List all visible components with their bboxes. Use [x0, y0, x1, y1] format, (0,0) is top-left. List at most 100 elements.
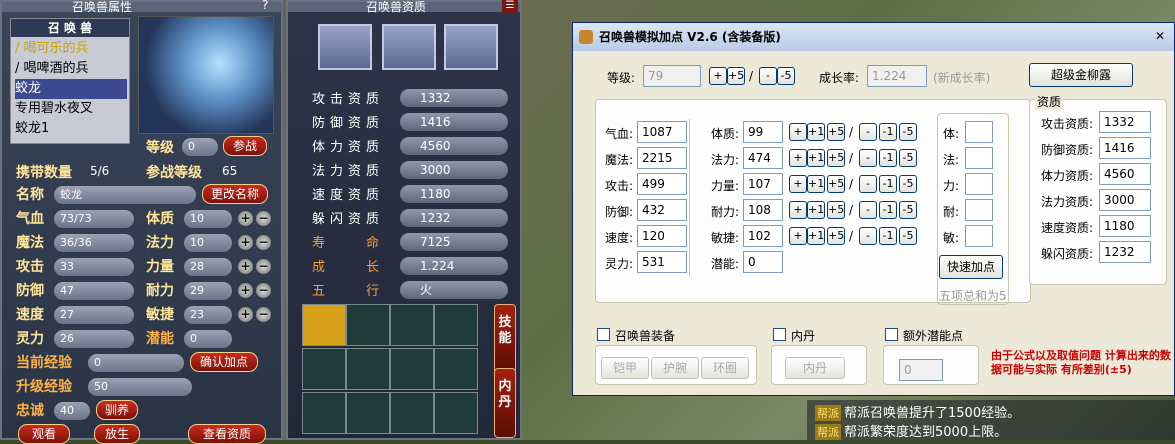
inner-core-button[interactable]: 内丹 [785, 357, 845, 379]
aptitude-field[interactable]: 1332 [1099, 111, 1151, 133]
level-plus-button[interactable]: + [709, 67, 727, 85]
growth-field[interactable]: 1.224 [867, 65, 927, 87]
attr-field[interactable]: 432 [637, 199, 687, 221]
grid-cell[interactable] [302, 392, 346, 434]
minus5-button[interactable]: -5 [899, 149, 917, 167]
minus-button[interactable]: - [859, 227, 877, 245]
owl-item-icon[interactable] [302, 304, 346, 346]
confirm-points-button[interactable]: 确认加点 [190, 352, 258, 372]
base-field[interactable]: 474 [743, 147, 783, 169]
menu-icon[interactable]: ☰ [502, 0, 518, 14]
end-plus-button[interactable]: + [238, 283, 253, 298]
minus-button[interactable]: - [859, 175, 877, 193]
minus1-button[interactable]: -1 [879, 175, 897, 193]
guild-tag[interactable]: 帮派 [815, 405, 841, 421]
help-icon[interactable]: ? [262, 0, 268, 12]
minus5-button[interactable]: -5 [899, 227, 917, 245]
grid-cell[interactable] [390, 348, 434, 390]
alloc-field[interactable] [965, 147, 993, 169]
plus5-button[interactable]: +5 [827, 201, 845, 219]
view-button[interactable]: 观看 [18, 424, 70, 444]
base-field[interactable]: 99 [743, 121, 783, 143]
rename-button[interactable]: 更改名称 [202, 184, 268, 204]
minus-button[interactable]: - [859, 201, 877, 219]
plus5-button[interactable]: +5 [827, 149, 845, 167]
aptitude-field[interactable]: 3000 [1099, 189, 1151, 211]
close-icon[interactable]: ✕ [1151, 29, 1169, 45]
grid-cell[interactable] [390, 392, 434, 434]
str-plus-button[interactable]: + [238, 259, 253, 274]
str-minus-button[interactable]: − [256, 259, 271, 274]
attr-field[interactable]: 120 [637, 225, 687, 247]
minus1-button[interactable]: -1 [879, 149, 897, 167]
base-field[interactable]: 108 [743, 199, 783, 221]
guild-tag[interactable]: 帮派 [815, 424, 841, 440]
con-minus-button[interactable]: − [256, 211, 271, 226]
extra-points-checkbox[interactable] [885, 328, 898, 341]
base-field[interactable]: 102 [743, 225, 783, 247]
fight-button[interactable]: 参战 [223, 136, 267, 156]
plus1-button[interactable]: +1 [807, 149, 825, 167]
alloc-field[interactable] [965, 173, 993, 195]
level-plus5-button[interactable]: +5 [727, 67, 745, 85]
base-field[interactable]: 0 [743, 251, 783, 273]
level-minus-button[interactable]: - [759, 67, 777, 85]
inner-core-checkbox[interactable] [773, 328, 786, 341]
grid-cell[interactable] [346, 348, 390, 390]
name-field[interactable]: 蛟龙 [54, 186, 196, 204]
release-button[interactable]: 放生 [94, 424, 140, 444]
aptitude-field[interactable]: 1180 [1099, 215, 1151, 237]
alloc-field[interactable] [965, 121, 993, 143]
super-elixir-button[interactable]: 超级金柳露 [1029, 63, 1133, 87]
level-spinbox[interactable]: 79 [643, 65, 701, 87]
ring-button[interactable]: 环圈 [701, 357, 749, 379]
plus-button[interactable]: + [789, 149, 807, 167]
mag-plus-button[interactable]: + [238, 235, 253, 250]
extra-points-field[interactable]: 0 [899, 359, 943, 381]
helmet-slot[interactable] [318, 24, 372, 70]
minus5-button[interactable]: -5 [899, 175, 917, 193]
end-minus-button[interactable]: − [256, 283, 271, 298]
check-aptitude-button[interactable]: 查看资质 [188, 424, 266, 444]
aptitude-field[interactable]: 1416 [1099, 137, 1151, 159]
aptitude-field[interactable]: 4560 [1099, 163, 1151, 185]
armor-slot[interactable] [444, 24, 498, 70]
grid-cell[interactable] [346, 392, 390, 434]
equip-checkbox[interactable] [597, 328, 610, 341]
minus1-button[interactable]: -1 [879, 123, 897, 141]
attr-field[interactable]: 499 [637, 173, 687, 195]
plus1-button[interactable]: +1 [807, 175, 825, 193]
panel-title-bar[interactable] [2, 2, 282, 12]
window-title-bar[interactable]: 召唤兽模拟加点 V2.6 (含装备版) [573, 23, 1174, 51]
pet-list-item[interactable]: 专用碧水夜叉 [15, 99, 127, 119]
tame-button[interactable]: 驯养 [96, 400, 138, 420]
bracer-button[interactable]: 护腕 [651, 357, 699, 379]
minus-button[interactable]: - [859, 149, 877, 167]
plus-button[interactable]: + [789, 123, 807, 141]
con-plus-button[interactable]: + [238, 211, 253, 226]
minus1-button[interactable]: -1 [879, 201, 897, 219]
mag-minus-button[interactable]: − [256, 235, 271, 250]
minus5-button[interactable]: -5 [899, 123, 917, 141]
grid-cell[interactable] [346, 304, 390, 346]
attr-field[interactable]: 2215 [637, 147, 687, 169]
alloc-field[interactable] [965, 199, 993, 221]
plus-button[interactable]: + [789, 201, 807, 219]
armor-button[interactable]: 铠甲 [601, 357, 649, 379]
minus1-button[interactable]: -1 [879, 227, 897, 245]
grid-cell[interactable] [434, 304, 478, 346]
pet-list-item[interactable]: 蛟龙1 [15, 119, 127, 139]
plus5-button[interactable]: +5 [827, 175, 845, 193]
grid-cell[interactable] [390, 304, 434, 346]
plus5-button[interactable]: +5 [827, 227, 845, 245]
plus1-button[interactable]: +1 [807, 227, 825, 245]
plus5-button[interactable]: +5 [827, 123, 845, 141]
alloc-field[interactable] [965, 225, 993, 247]
pet-list-item[interactable]: / 喝可乐的兵 [15, 39, 127, 59]
aptitude-field[interactable]: 1232 [1099, 241, 1151, 263]
plus-button[interactable]: + [789, 227, 807, 245]
minus5-button[interactable]: -5 [899, 201, 917, 219]
pet-list-item-selected[interactable]: 蛟龙 [15, 79, 127, 99]
base-field[interactable]: 107 [743, 173, 783, 195]
agi-minus-button[interactable]: − [256, 307, 271, 322]
